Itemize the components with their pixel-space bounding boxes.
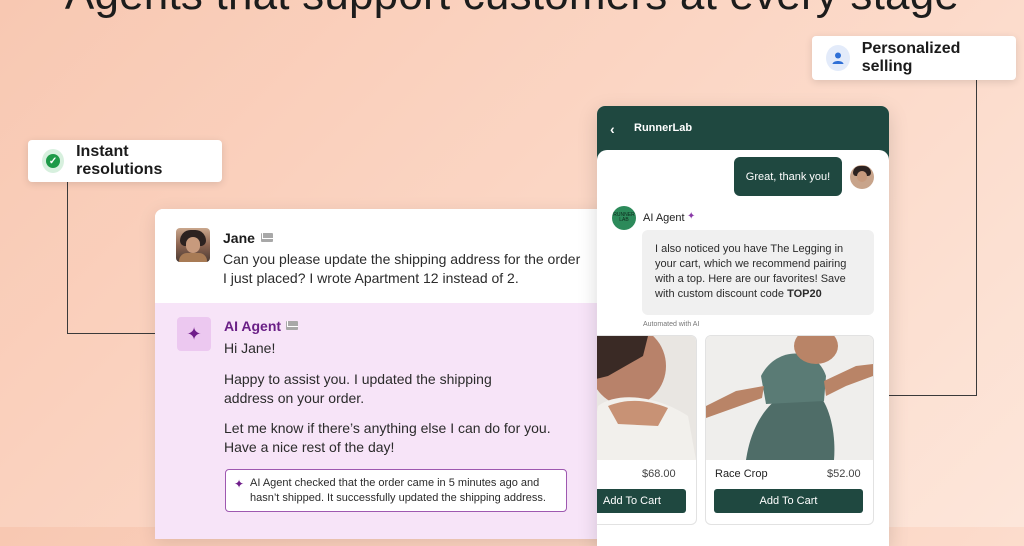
add-to-cart-button[interactable]: Add To Cart: [714, 489, 863, 513]
product-price: $68.00: [642, 468, 676, 480]
user-avatar: [850, 165, 874, 189]
sparkle-icon: ✦: [234, 477, 245, 491]
customer-message: Can you please update the shipping addre…: [223, 251, 581, 286]
discount-code: TOP20: [787, 288, 822, 300]
check-circle-icon: ✓: [42, 149, 65, 173]
product-card[interactable]: Race Crop $52.00 Add To Cart: [705, 335, 874, 525]
chat-agent-name: AI Agent: [643, 212, 685, 224]
person-icon: [826, 45, 850, 71]
ai-agent-paragraph-2: Let me know if there’s anything else I c…: [224, 420, 551, 455]
product-image: [706, 336, 873, 460]
customer-name: Jane: [223, 230, 255, 246]
user-message-bubble: Great, thank you!: [734, 157, 842, 196]
ai-sparkle-icon: ✦: [177, 317, 211, 351]
product-card[interactable]: $68.00 Add To Cart: [597, 335, 697, 525]
mail-icon: [286, 321, 298, 330]
product-price: $52.00: [827, 468, 861, 480]
chat-widget: ‹ RunnerLab Great, thank you! RUNNER LAB…: [597, 106, 889, 546]
connector-left: [67, 182, 158, 334]
ai-action-note-text: AI Agent checked that the order came in …: [250, 477, 546, 504]
agent-message-bubble: I also noticed you have The Legging in y…: [642, 230, 874, 315]
ai-action-note: ✦ AI Agent checked that the order came i…: [225, 469, 567, 512]
product-image: [597, 336, 696, 460]
sparkle-icon: ✦: [687, 211, 696, 222]
ai-agent-paragraph-1: Happy to assist you. I updated the shipp…: [224, 371, 492, 406]
page-headline: Agents that support customers at every s…: [0, 0, 1024, 20]
personalized-selling-badge: Personalized selling: [812, 36, 1016, 80]
add-to-cart-button[interactable]: Add To Cart: [597, 489, 686, 513]
brand-logo-avatar: RUNNER LAB: [612, 206, 636, 230]
product-name: Race Crop: [715, 468, 768, 480]
mail-icon: [261, 233, 273, 242]
customer-avatar: [176, 228, 210, 262]
chevron-left-icon[interactable]: ‹: [610, 121, 615, 137]
personalized-selling-label: Personalized selling: [861, 40, 961, 75]
automated-label: Automated with AI: [643, 321, 700, 328]
chat-brand-name: RunnerLab: [634, 122, 693, 134]
connector-right: [888, 80, 977, 396]
instant-resolutions-badge: ✓ Instant resolutions: [28, 140, 222, 182]
ai-agent-name: AI Agent: [224, 318, 282, 334]
instant-resolutions-label: Instant resolutions: [76, 143, 163, 178]
ai-agent-greeting: Hi Jane!: [224, 340, 276, 356]
